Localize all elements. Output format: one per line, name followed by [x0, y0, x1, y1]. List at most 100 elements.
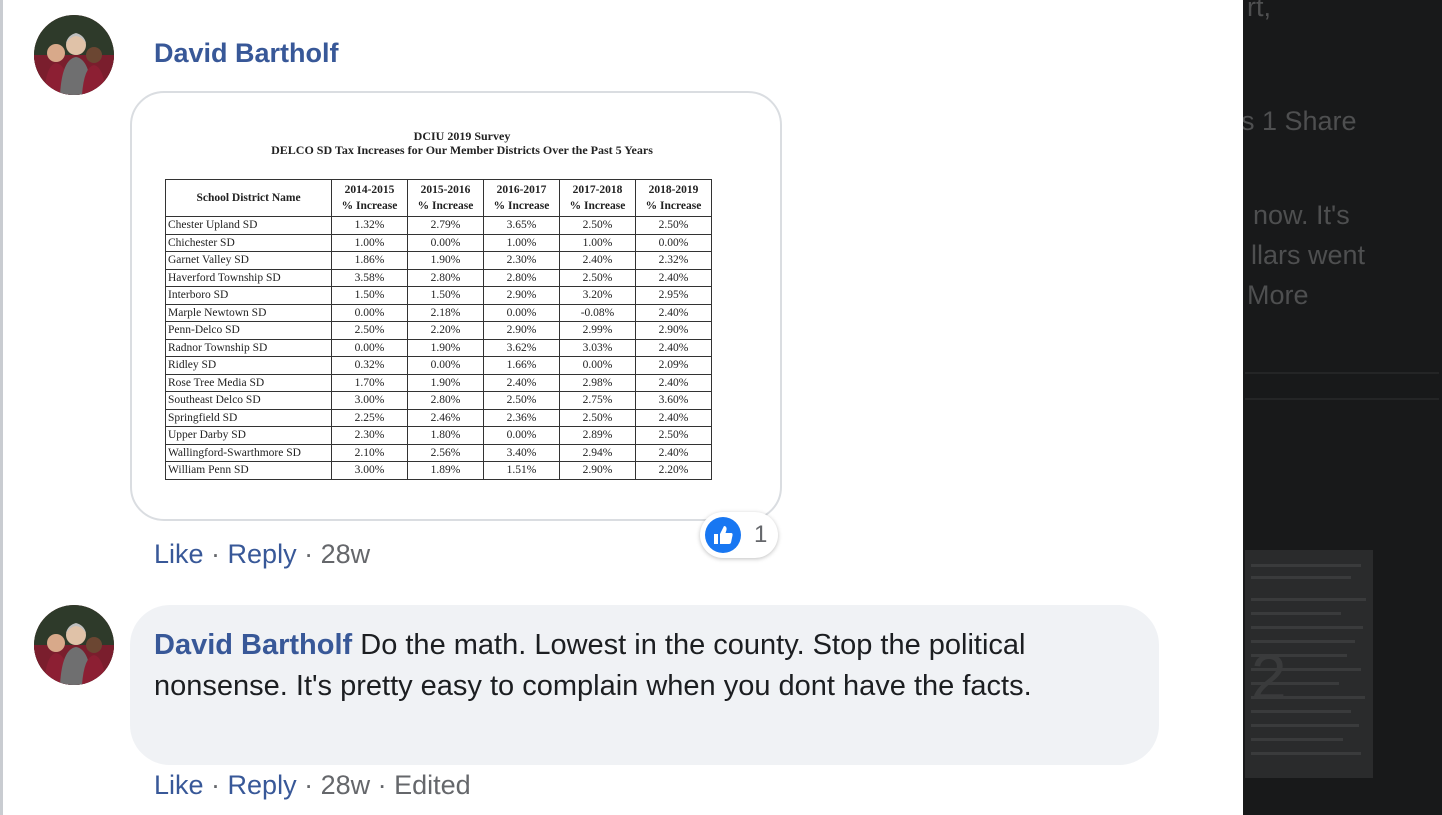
district-name-cell: Rose Tree Media SD	[165, 373, 332, 392]
table-row: Rose Tree Media SD 1.70% 1.90% 2.40% 2.98% 2.…	[165, 373, 712, 392]
percent-cell: 3.00%	[331, 461, 408, 480]
percent-cell: 1.89%	[407, 461, 484, 480]
table-row: Interboro SD 1.50% 1.50% 2.90% 3.20% 2.95%	[165, 286, 712, 305]
percent-cell: 1.86%	[331, 251, 408, 270]
percent-cell: 2.56%	[407, 443, 484, 462]
percent-cell: 2.20%	[407, 321, 484, 340]
divider	[1245, 372, 1439, 374]
table-row: Ridley SD 0.32% 0.00% 1.66% 0.00% 2.09%	[165, 356, 712, 375]
percent-cell: 1.51%	[483, 461, 560, 480]
percent-cell: -0.08%	[559, 303, 636, 322]
background-post-panel: rt, s 1 Share now. It's llars went More …	[1243, 0, 1442, 815]
background-text: rt,	[1247, 0, 1271, 22]
percent-cell: 0.32%	[331, 356, 408, 375]
percent-cell: 2.90%	[483, 321, 560, 340]
district-name-cell: Garnet Valley SD	[165, 251, 332, 270]
percent-cell: 3.62%	[483, 338, 560, 357]
percent-cell: 1.50%	[331, 286, 408, 305]
percent-cell: 3.03%	[559, 338, 636, 357]
percent-cell: 3.58%	[331, 268, 408, 287]
percent-cell: 2.40%	[635, 443, 712, 462]
table-row: William Penn SD 3.00% 1.89% 1.51% 2.90% 2.20%	[165, 461, 712, 480]
document-title: DCIU 2019 Survey	[413, 129, 511, 143]
reaction-bubble[interactable]: 1	[700, 512, 778, 558]
percent-cell: 2.90%	[559, 461, 636, 480]
table-row: Garnet Valley SD 1.86% 1.90% 2.30% 2.40% 2.32…	[165, 251, 712, 270]
percent-cell: 2.89%	[559, 426, 636, 445]
divider	[1245, 398, 1439, 400]
table-row: Chichester SD 1.00% 0.00% 1.00% 1.00% 0.00%	[165, 233, 712, 252]
percent-cell: 2.50%	[483, 391, 560, 410]
percent-cell: 2.32%	[635, 251, 712, 270]
percent-cell: 1.80%	[407, 426, 484, 445]
district-name-cell: Ridley SD	[165, 356, 332, 375]
percent-cell: 2.79%	[407, 216, 484, 235]
comment-body: David Bartholf Do the math. Lowest in th…	[154, 625, 1144, 707]
percent-cell: 0.00%	[635, 233, 712, 252]
separator: ·	[377, 770, 395, 800]
percent-cell: 2.90%	[635, 321, 712, 340]
header-year: 2015-2016% Increase	[407, 179, 484, 217]
comment-actions: Like · Reply · 28w	[154, 539, 370, 570]
percent-cell: 2.50%	[559, 216, 636, 235]
comment-author[interactable]: David Bartholf	[154, 629, 352, 661]
attached-image[interactable]: DCIU 2019 Survey DELCO SD Tax Increases …	[130, 91, 782, 521]
percent-cell: 2.80%	[407, 391, 484, 410]
district-name-cell: Interboro SD	[165, 286, 332, 305]
percent-cell: 3.65%	[483, 216, 560, 235]
comment-timestamp[interactable]: 28w	[321, 539, 371, 569]
percent-cell: 2.30%	[483, 251, 560, 270]
district-name-cell: Marple Newtown SD	[165, 303, 332, 322]
percent-cell: 2.80%	[483, 268, 560, 287]
district-name-cell: Springfield SD	[165, 408, 332, 427]
district-name-cell: Haverford Township SD	[165, 268, 332, 287]
comment-author[interactable]: David Bartholf	[154, 38, 339, 69]
percent-cell: 2.40%	[635, 303, 712, 322]
percent-cell: 1.50%	[407, 286, 484, 305]
percent-cell: 2.98%	[559, 373, 636, 392]
avatar[interactable]	[34, 15, 114, 95]
separator: ·	[304, 770, 321, 800]
percent-cell: 2.40%	[635, 408, 712, 427]
percent-cell: 2.36%	[483, 408, 560, 427]
percent-cell: 2.99%	[559, 321, 636, 340]
percent-cell: 2.46%	[407, 408, 484, 427]
background-text: now. It's	[1253, 200, 1350, 230]
like-button[interactable]: Like	[154, 770, 204, 800]
comment-timestamp[interactable]: 28w	[321, 770, 371, 800]
avatar[interactable]	[34, 605, 114, 685]
percent-cell: 2.10%	[331, 443, 408, 462]
header-year: 2017-2018% Increase	[559, 179, 636, 217]
percent-cell: 2.40%	[635, 373, 712, 392]
percent-cell: 2.40%	[635, 338, 712, 357]
background-text: llars went	[1251, 240, 1366, 270]
percent-cell: 3.00%	[331, 391, 408, 410]
reply-button[interactable]: Reply	[228, 539, 297, 569]
percent-cell: 3.20%	[559, 286, 636, 305]
like-button[interactable]: Like	[154, 539, 204, 569]
percent-cell: 2.50%	[559, 268, 636, 287]
district-name-cell: Wallingford-Swarthmore SD	[165, 443, 332, 462]
background-text: 2	[1251, 641, 1287, 713]
separator: ·	[211, 770, 228, 800]
percent-cell: 0.00%	[407, 233, 484, 252]
percent-cell: 2.40%	[635, 268, 712, 287]
document-subtitle: DELCO SD Tax Increases for Our Member Di…	[271, 143, 653, 157]
percent-cell: 2.90%	[483, 286, 560, 305]
edited-label[interactable]: Edited	[394, 770, 471, 800]
percent-cell: 2.40%	[559, 251, 636, 270]
district-name-cell: Chester Upland SD	[165, 216, 332, 235]
percent-cell: 1.66%	[483, 356, 560, 375]
reply-button[interactable]: Reply	[228, 770, 297, 800]
tax-table-document: DCIU 2019 Survey DELCO SD Tax Increases …	[162, 129, 762, 480]
left-border	[0, 0, 3, 815]
tax-increase-table: School District Name 2014-2015% Increase…	[165, 179, 712, 480]
district-name-cell: Southeast Delco SD	[165, 391, 332, 410]
percent-cell: 3.60%	[635, 391, 712, 410]
percent-cell: 2.18%	[407, 303, 484, 322]
percent-cell: 0.00%	[483, 426, 560, 445]
percent-cell: 1.90%	[407, 338, 484, 357]
comment-bubble: David Bartholf Do the math. Lowest in th…	[130, 605, 1159, 765]
percent-cell: 2.09%	[635, 356, 712, 375]
percent-cell: 2.50%	[635, 216, 712, 235]
